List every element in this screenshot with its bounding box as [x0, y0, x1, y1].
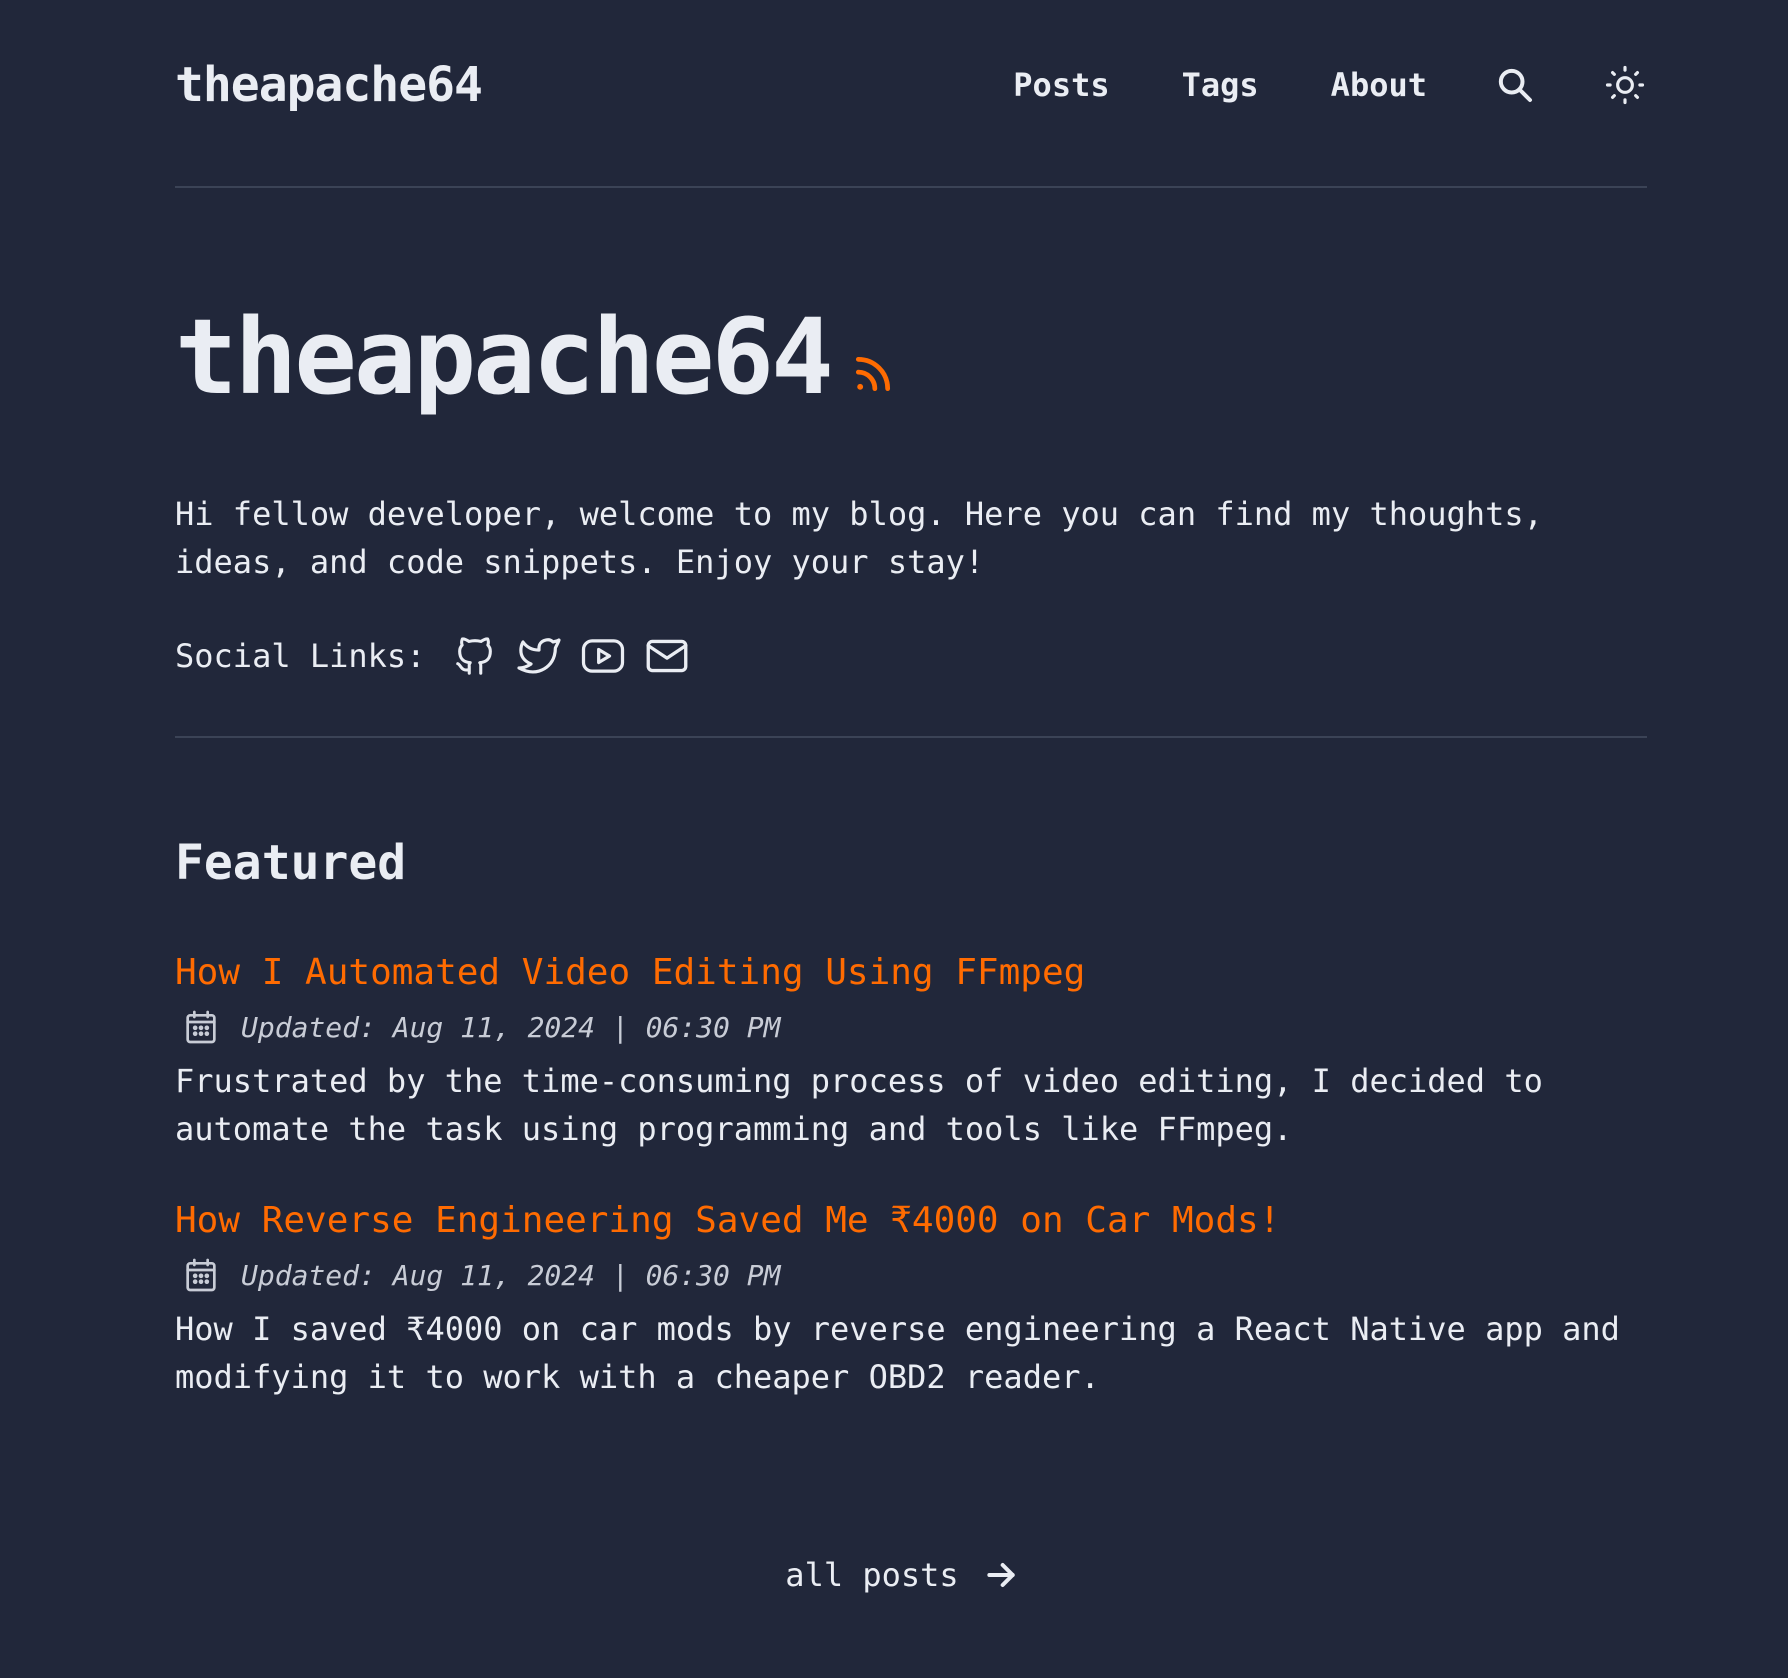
page: theapache64 Posts Tags About theapache64…: [0, 0, 1788, 1678]
search-icon[interactable]: [1493, 63, 1537, 107]
header-divider: [175, 186, 1647, 188]
all-posts-label: all posts: [785, 1556, 959, 1594]
main-nav: Posts Tags About: [1013, 63, 1647, 107]
nav-tags[interactable]: Tags: [1182, 66, 1259, 104]
post-title-link[interactable]: How I Automated Video Editing Using FFmp…: [175, 947, 1647, 999]
theme-toggle-sun-icon[interactable]: [1603, 63, 1647, 107]
post-description-line-2: automate the task using programming and …: [175, 1110, 1293, 1148]
hero-divider: [175, 736, 1647, 738]
all-posts-link[interactable]: all posts: [767, 1555, 1020, 1595]
post-meta: Updated: Aug 11, 2024 | 06:30 PM: [175, 1249, 1647, 1301]
post-description-line-2: modifying it to work with a cheaper OBD2…: [175, 1358, 1100, 1396]
twitter-icon[interactable]: [513, 630, 565, 682]
calendar-icon: [186, 1258, 216, 1292]
mail-icon[interactable]: [641, 630, 693, 682]
intro-line-1: Hi fellow developer, welcome to my blog.…: [175, 495, 1543, 533]
site-header: theapache64 Posts Tags About: [175, 40, 1647, 130]
all-posts-row: all posts: [0, 1555, 1788, 1595]
hero-title: theapache64: [175, 296, 834, 418]
social-links-label: Social Links:: [175, 637, 426, 675]
intro-text: Hi fellow developer, welcome to my blog.…: [175, 490, 1647, 586]
featured-heading: Featured: [175, 835, 407, 891]
post-updated-date: Updated: Aug 11, 2024 | 06:30 PM: [241, 1258, 781, 1292]
nav-posts[interactable]: Posts: [1013, 66, 1109, 104]
calendar-icon: [186, 1010, 216, 1044]
post-description: Frustrated by the time-consuming process…: [175, 1057, 1647, 1153]
post-description-line-1: Frustrated by the time-consuming process…: [175, 1062, 1543, 1100]
arrow-right-icon: [987, 1563, 1015, 1587]
post-title-link[interactable]: How Reverse Engineering Saved Me ₹4000 o…: [175, 1195, 1647, 1247]
youtube-icon[interactable]: [577, 630, 629, 682]
github-icon[interactable]: [449, 630, 501, 682]
intro-line-2: ideas, and code snippets. Enjoy your sta…: [175, 543, 985, 581]
post-description-line-1: How I saved ₹4000 on car mods by reverse…: [175, 1310, 1620, 1348]
post-meta: Updated: Aug 11, 2024 | 06:30 PM: [175, 1001, 1647, 1053]
site-title-link[interactable]: theapache64: [175, 57, 483, 113]
rss-icon[interactable]: [851, 352, 895, 396]
nav-about[interactable]: About: [1331, 66, 1427, 104]
featured-post: How Reverse Engineering Saved Me ₹4000 o…: [175, 1195, 1647, 1401]
post-description: How I saved ₹4000 on car mods by reverse…: [175, 1305, 1647, 1401]
hero-title-row: theapache64: [175, 300, 1647, 414]
featured-post: How I Automated Video Editing Using FFmp…: [175, 947, 1647, 1153]
post-updated-date: Updated: Aug 11, 2024 | 06:30 PM: [241, 1010, 781, 1044]
social-links: Social Links:: [175, 630, 1647, 682]
